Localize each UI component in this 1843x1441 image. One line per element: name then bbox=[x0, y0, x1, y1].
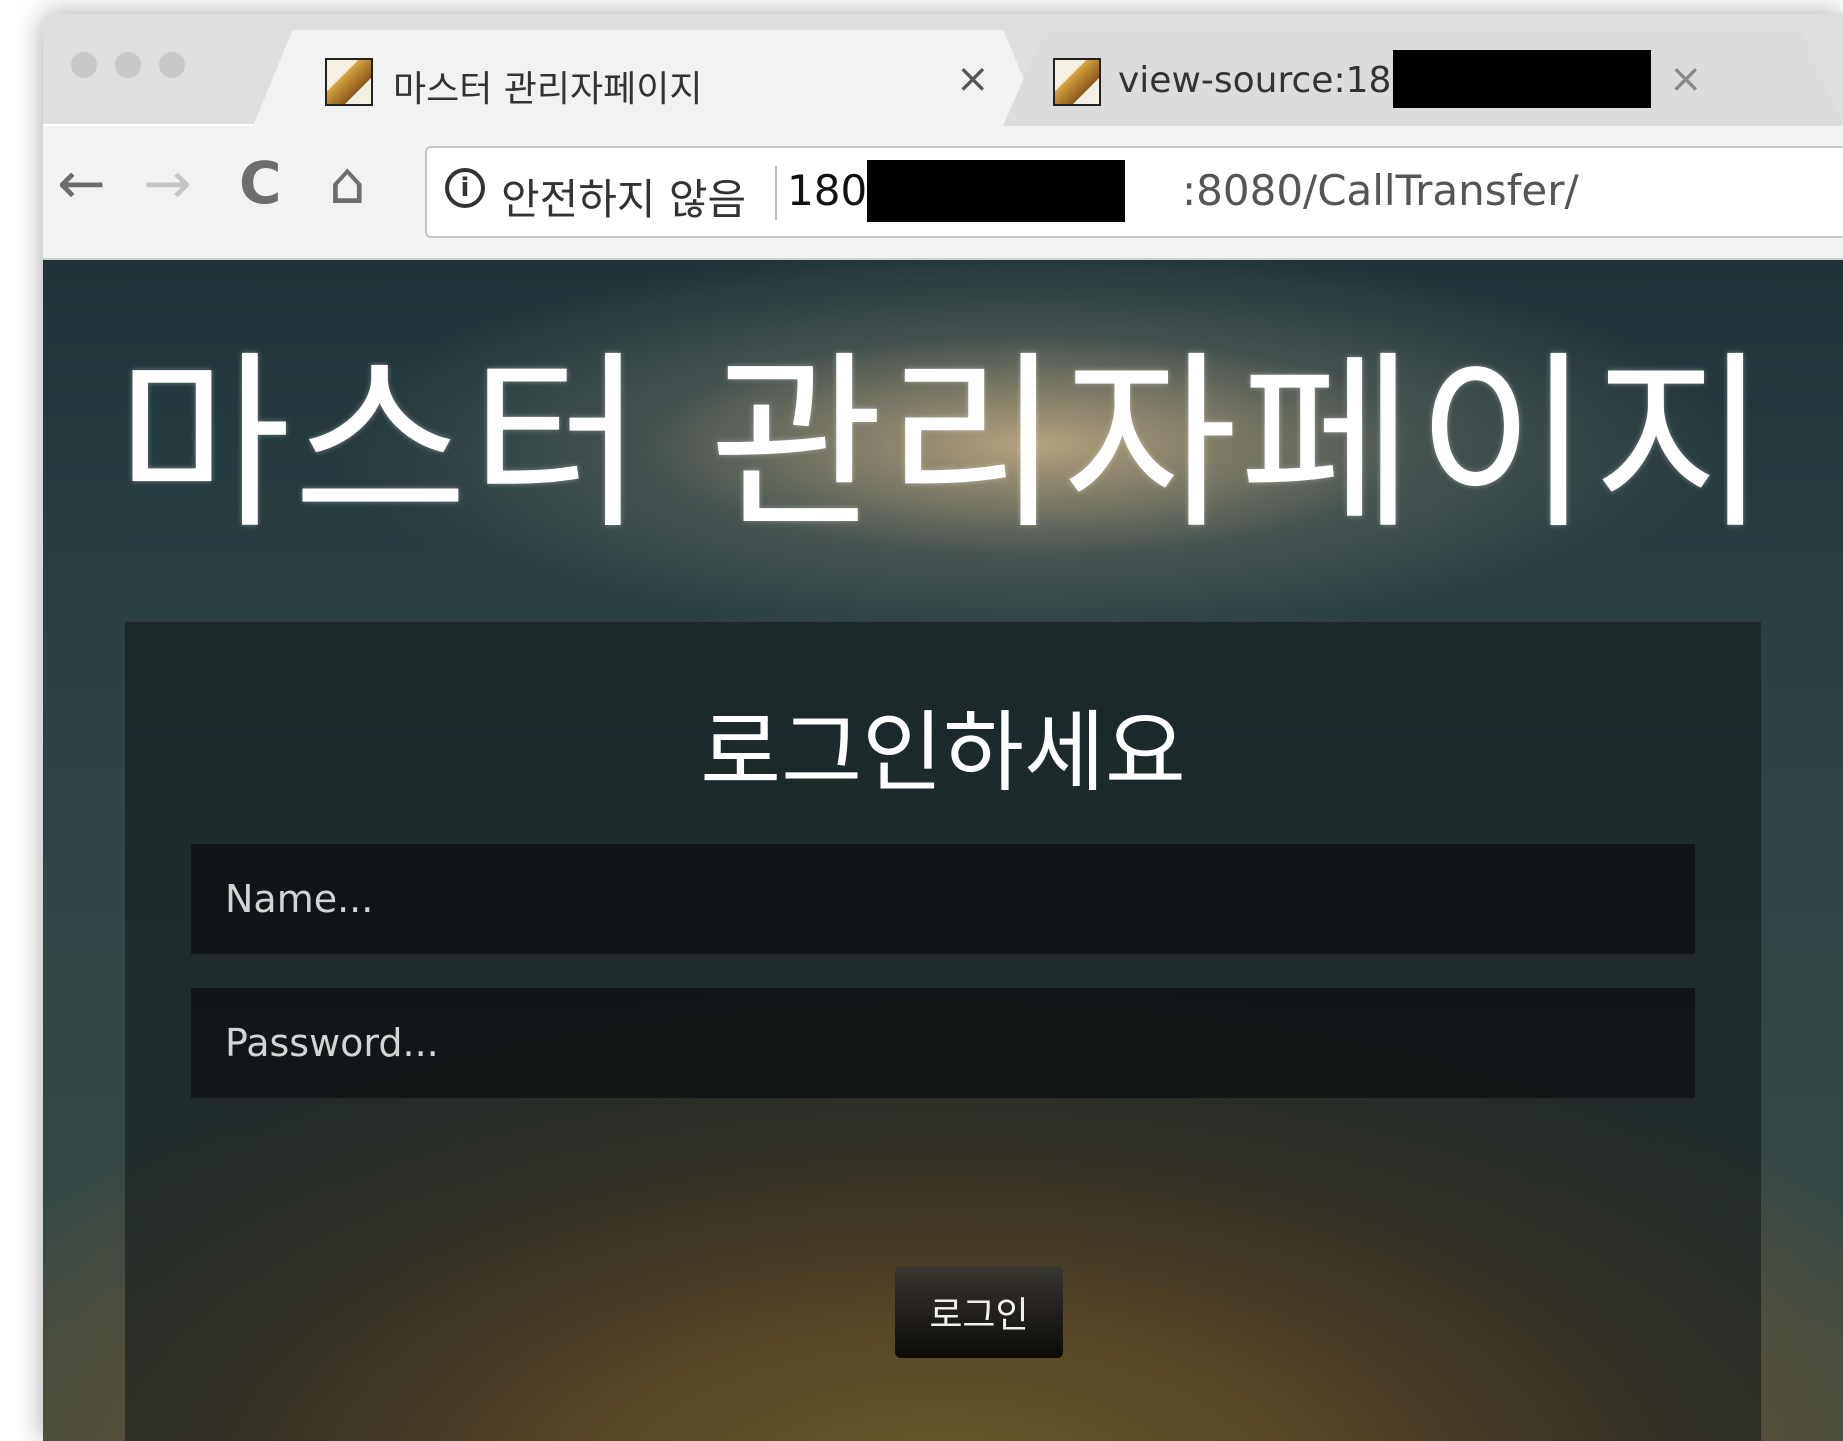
window-zoom-dot[interactable] bbox=[159, 52, 185, 78]
tab-strip: 마스터 관리자페이지 × view-source:180. × bbox=[43, 14, 1843, 126]
address-divider bbox=[775, 166, 777, 220]
tomcat-icon bbox=[1053, 58, 1101, 106]
forward-arrow-icon[interactable]: → bbox=[143, 154, 192, 212]
login-heading: 로그인하세요 bbox=[700, 701, 1186, 804]
security-label: 안전하지 않음 bbox=[501, 175, 747, 224]
url-host: 180 bbox=[787, 166, 868, 215]
browser-window: 마스터 관리자페이지 × view-source:180. × ← → C ⌂ … bbox=[43, 14, 1843, 1441]
url-path: :8080/CallTransfer/ bbox=[1182, 166, 1579, 215]
tab-title: 마스터 관리자페이지 bbox=[393, 69, 703, 110]
close-icon[interactable]: × bbox=[1669, 56, 1703, 102]
window-close-dot[interactable] bbox=[71, 52, 97, 78]
reload-icon[interactable]: C bbox=[239, 154, 282, 212]
page-content: 마스터 관리자페이지 로그인하세요 로그인 bbox=[43, 260, 1843, 1441]
close-icon[interactable]: × bbox=[956, 56, 990, 102]
login-panel: 로그인하세요 로그인 bbox=[125, 622, 1761, 1441]
tomcat-icon bbox=[325, 58, 373, 106]
back-arrow-icon[interactable]: ← bbox=[57, 154, 106, 212]
redaction-block bbox=[867, 160, 1125, 222]
info-icon[interactable]: i bbox=[445, 168, 485, 208]
tab-title: view-source:180. bbox=[1118, 60, 1426, 101]
window-minimize-dot[interactable] bbox=[115, 52, 141, 78]
home-icon[interactable]: ⌂ bbox=[329, 154, 366, 212]
tab-master-admin[interactable]: 마스터 관리자페이지 × bbox=[253, 30, 1043, 126]
tab-view-source[interactable]: view-source:180. × bbox=[1003, 30, 1843, 126]
redaction-block bbox=[1393, 50, 1651, 108]
page-title: 마스터 관리자페이지 bbox=[116, 334, 1770, 555]
address-bar[interactable]: i 안전하지 않음 180 :8080/CallTransfer/ bbox=[425, 146, 1843, 238]
login-button[interactable]: 로그인 bbox=[895, 1266, 1063, 1358]
password-input[interactable] bbox=[191, 988, 1695, 1098]
name-input[interactable] bbox=[191, 844, 1695, 954]
browser-toolbar: ← → C ⌂ i 안전하지 않음 180 :8080/CallTransfer… bbox=[43, 126, 1843, 260]
